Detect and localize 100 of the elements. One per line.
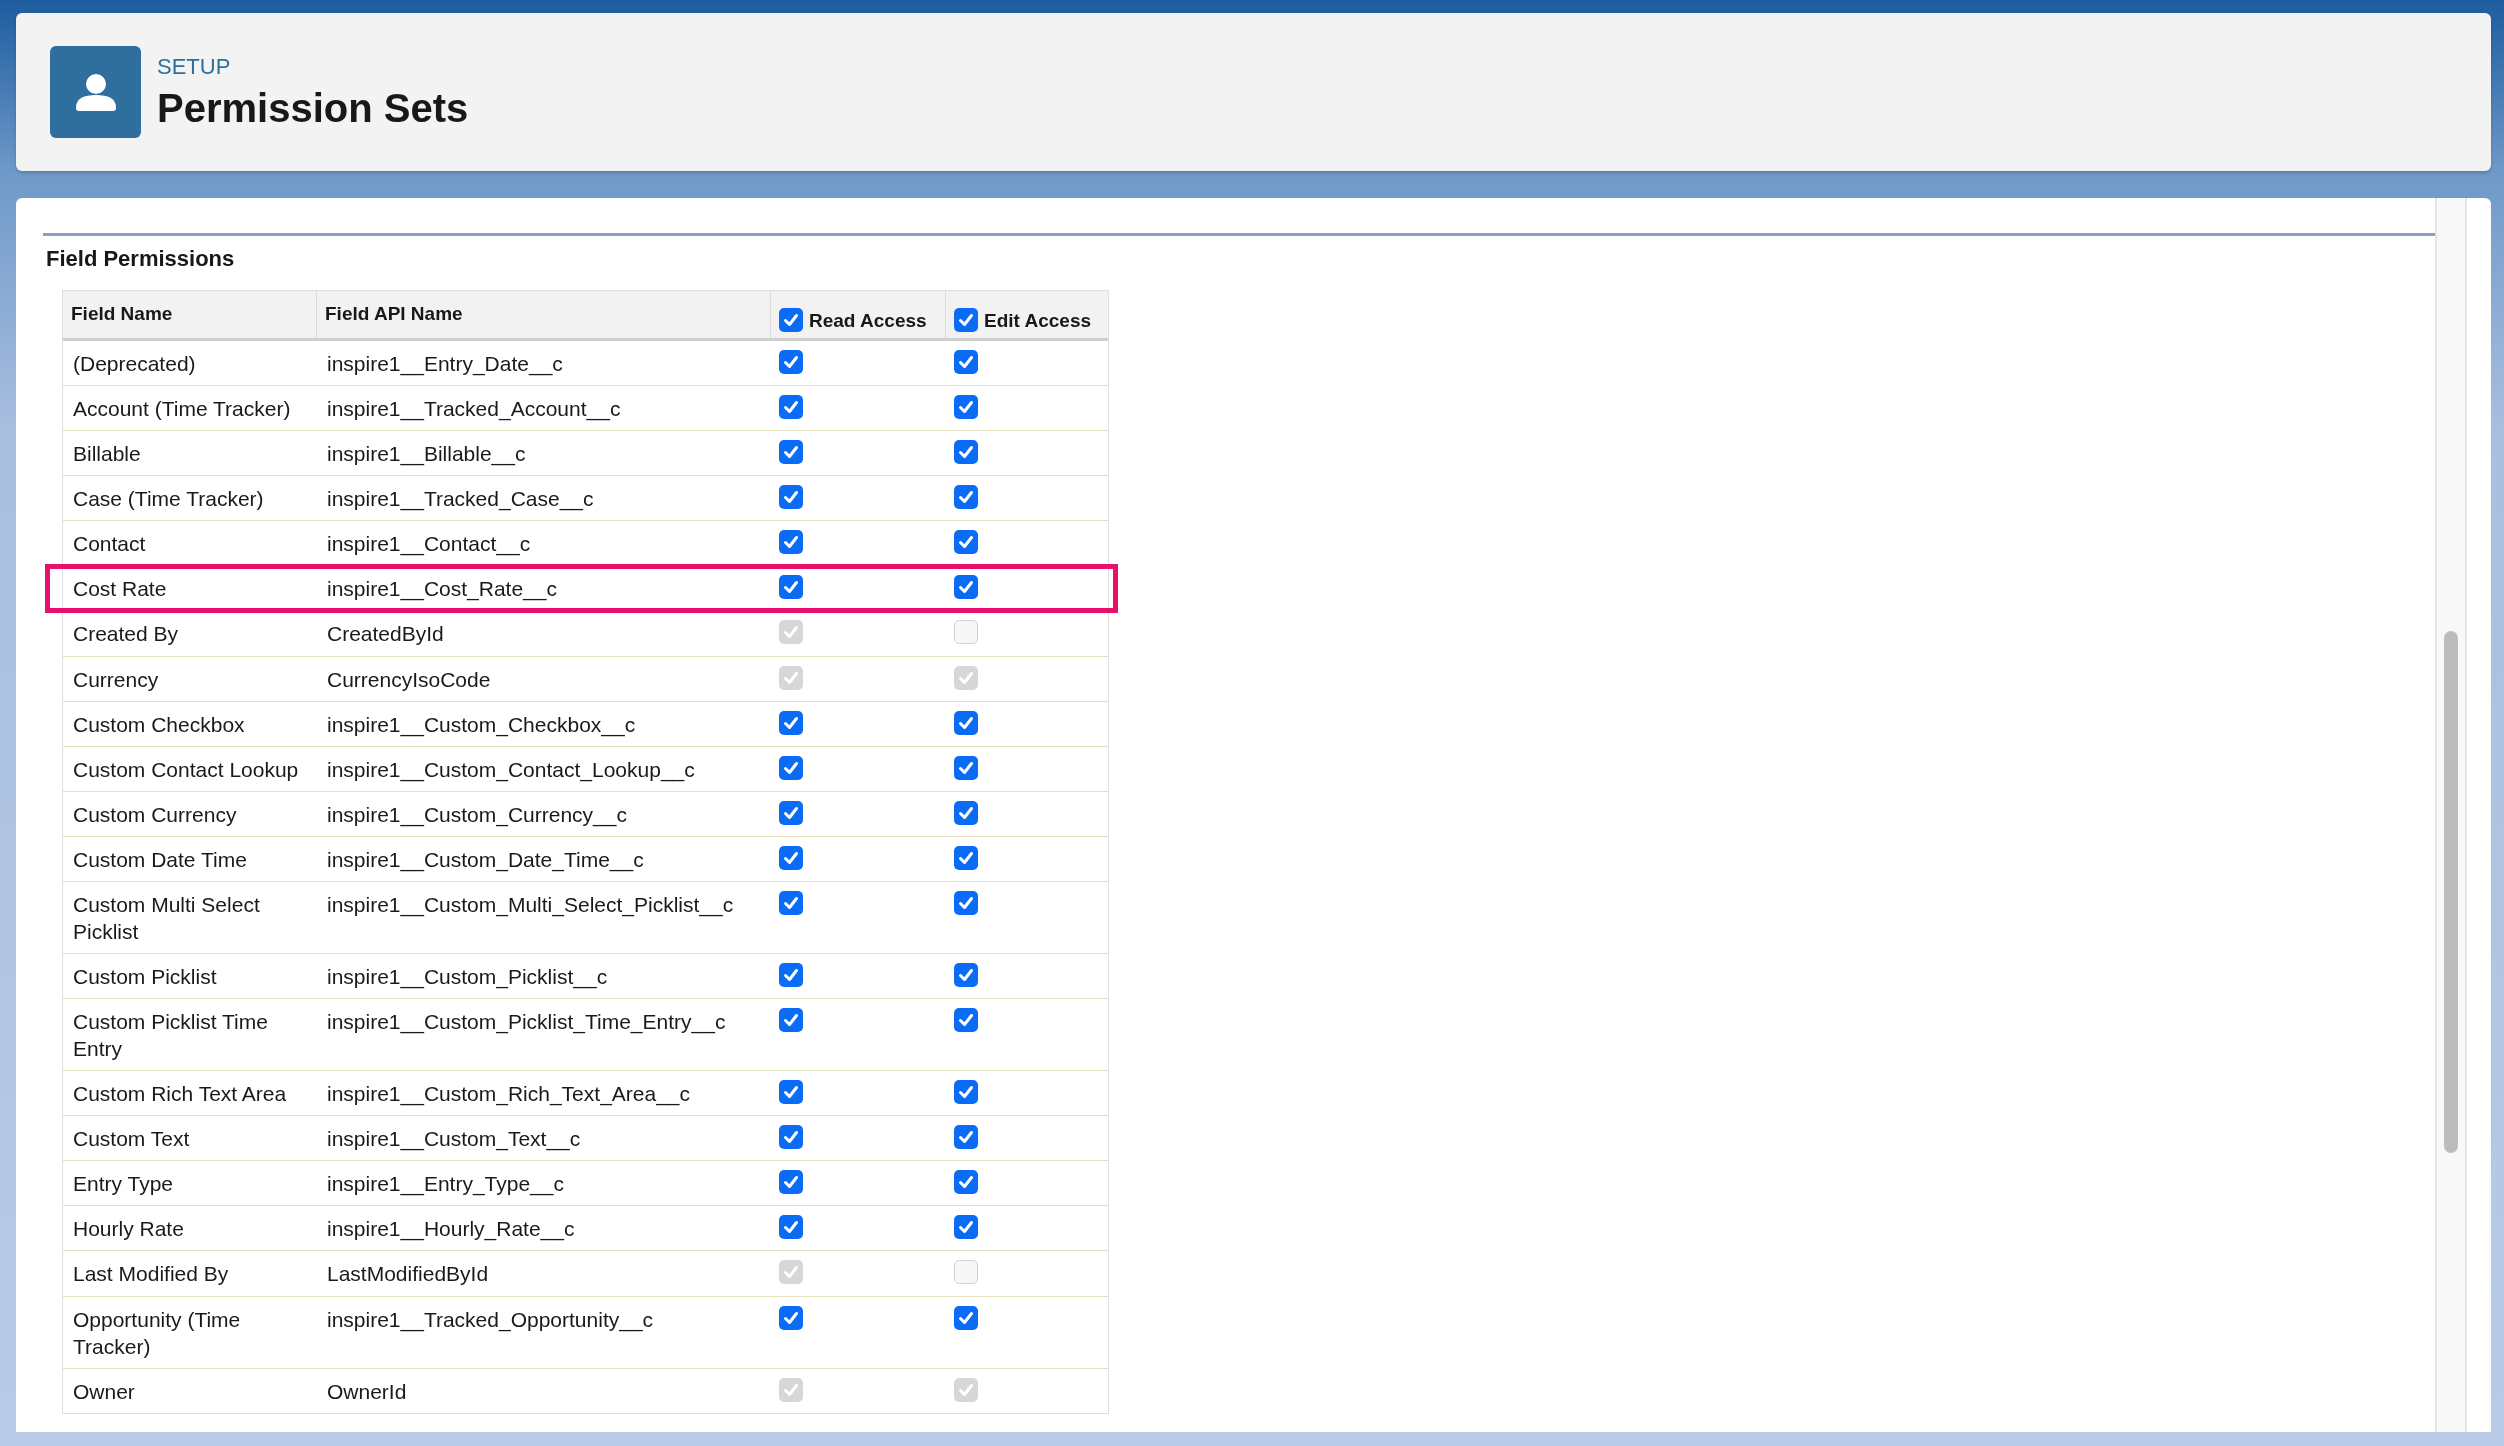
field-name-cell-text: Case (Time Tracker) — [72, 486, 265, 512]
check-icon — [957, 1128, 975, 1146]
checkbox[interactable] — [954, 963, 978, 987]
checkbox[interactable] — [779, 801, 803, 825]
check-icon — [782, 714, 800, 732]
checkbox[interactable] — [954, 801, 978, 825]
check-icon — [782, 398, 800, 416]
api-name-cell-text: inspire1__Custom_Date_Time__c — [326, 847, 645, 874]
api-name-cell-text: OwnerId — [326, 1379, 408, 1405]
check-icon — [782, 849, 800, 867]
field-name-cell-text: Last Modified By — [72, 1261, 230, 1287]
check-icon — [782, 894, 800, 912]
checkbox[interactable] — [779, 846, 803, 870]
checkbox[interactable] — [954, 575, 978, 599]
checkbox[interactable] — [779, 711, 803, 735]
checkbox[interactable] — [779, 308, 803, 332]
checkbox[interactable] — [779, 1170, 803, 1194]
check-icon — [782, 1218, 800, 1236]
api-name-cell-text: CreatedById — [326, 621, 445, 647]
check-icon — [957, 1173, 975, 1191]
check-icon — [782, 488, 800, 506]
check-icon — [782, 759, 800, 777]
api-name-cell-text: inspire1__Tracked_Opportunity__c — [326, 1307, 655, 1334]
check-icon — [957, 488, 975, 506]
check-icon — [957, 849, 975, 867]
check-icon — [782, 1263, 800, 1281]
api-name-cell-text: inspire1__Entry_Date__c — [326, 351, 564, 378]
check-icon — [957, 353, 975, 371]
checkbox[interactable] — [954, 1080, 978, 1104]
check-icon — [782, 353, 800, 371]
checkbox[interactable] — [779, 1215, 803, 1239]
check-icon — [957, 669, 975, 687]
field-name-cell-text: Custom Checkbox — [72, 712, 246, 738]
checkbox[interactable] — [954, 891, 978, 915]
column-header: Field API Name — [325, 301, 463, 325]
checkbox[interactable] — [954, 395, 978, 419]
checkbox[interactable] — [954, 846, 978, 870]
field-name-cell-text: Contact — [72, 531, 147, 557]
check-icon — [782, 966, 800, 984]
checkbox[interactable] — [779, 963, 803, 987]
check-icon — [957, 1218, 975, 1236]
checkbox[interactable] — [779, 891, 803, 915]
person-icon — [50, 46, 141, 138]
checkbox[interactable] — [779, 1080, 803, 1104]
checkbox[interactable] — [779, 575, 803, 599]
field-name-cell-text: Custom Picklist Time Entry — [72, 1009, 269, 1062]
check-icon — [957, 311, 975, 329]
check-icon — [957, 1011, 975, 1029]
checkbox[interactable] — [779, 395, 803, 419]
check-icon — [957, 1309, 975, 1327]
checkbox[interactable] — [779, 1125, 803, 1149]
checkbox[interactable] — [954, 711, 978, 735]
checkbox[interactable] — [779, 1306, 803, 1330]
checkbox[interactable] — [779, 485, 803, 509]
field-name-cell-text: Created By — [72, 621, 180, 647]
check-icon — [957, 894, 975, 912]
api-name-cell-text: inspire1__Custom_Rich_Text_Area__c — [326, 1081, 692, 1108]
checkbox[interactable] — [954, 1125, 978, 1149]
check-icon — [782, 311, 800, 329]
checkbox[interactable] — [954, 756, 978, 780]
scrollbar-thumb[interactable] — [2444, 631, 2458, 1153]
check-icon — [957, 804, 975, 822]
check-icon — [957, 1083, 975, 1101]
field-name-cell-text: Opportunity (Time Tracker) — [72, 1307, 242, 1360]
checkbox[interactable] — [954, 1008, 978, 1032]
checkbox[interactable] — [954, 485, 978, 509]
checkbox[interactable] — [954, 530, 978, 554]
api-name-cell-text: CurrencyIsoCode — [326, 667, 492, 693]
checkbox[interactable] — [779, 756, 803, 780]
check-icon — [957, 443, 975, 461]
check-icon — [782, 669, 800, 687]
check-icon — [957, 1381, 975, 1399]
check-icon — [782, 1083, 800, 1101]
checkbox[interactable] — [954, 1306, 978, 1330]
checkbox[interactable] — [954, 1215, 978, 1239]
checkbox[interactable] — [779, 530, 803, 554]
check-icon — [782, 1309, 800, 1327]
field-name-cell-text: Currency — [72, 667, 160, 693]
field-name-cell-text: Custom Text — [72, 1126, 191, 1152]
checkbox[interactable] — [779, 1008, 803, 1032]
eyebrow-label: SETUP — [157, 53, 232, 80]
field-name-cell-text: Custom Multi Select Picklist — [72, 892, 261, 945]
check-icon — [782, 443, 800, 461]
api-name-cell-text: inspire1__Custom_Currency__c — [326, 802, 628, 829]
checkbox[interactable] — [779, 350, 803, 374]
field-name-cell-text: Custom Contact Lookup — [72, 757, 300, 783]
field-name-cell-text: (Deprecated) — [72, 351, 197, 377]
check-icon — [957, 578, 975, 596]
check-icon — [782, 533, 800, 551]
check-icon — [957, 533, 975, 551]
field-name-cell-text: Custom Picklist — [72, 964, 218, 990]
check-icon — [782, 1011, 800, 1029]
api-name-cell-text: inspire1__Hourly_Rate__c — [326, 1216, 576, 1243]
checkbox[interactable] — [779, 440, 803, 464]
checkbox[interactable] — [954, 308, 978, 332]
checkbox[interactable] — [954, 1170, 978, 1194]
api-name-cell-text: inspire1__Custom_Multi_Select_Picklist__c — [326, 892, 735, 919]
checkbox[interactable] — [954, 350, 978, 374]
checkbox[interactable] — [954, 440, 978, 464]
check-icon — [782, 578, 800, 596]
